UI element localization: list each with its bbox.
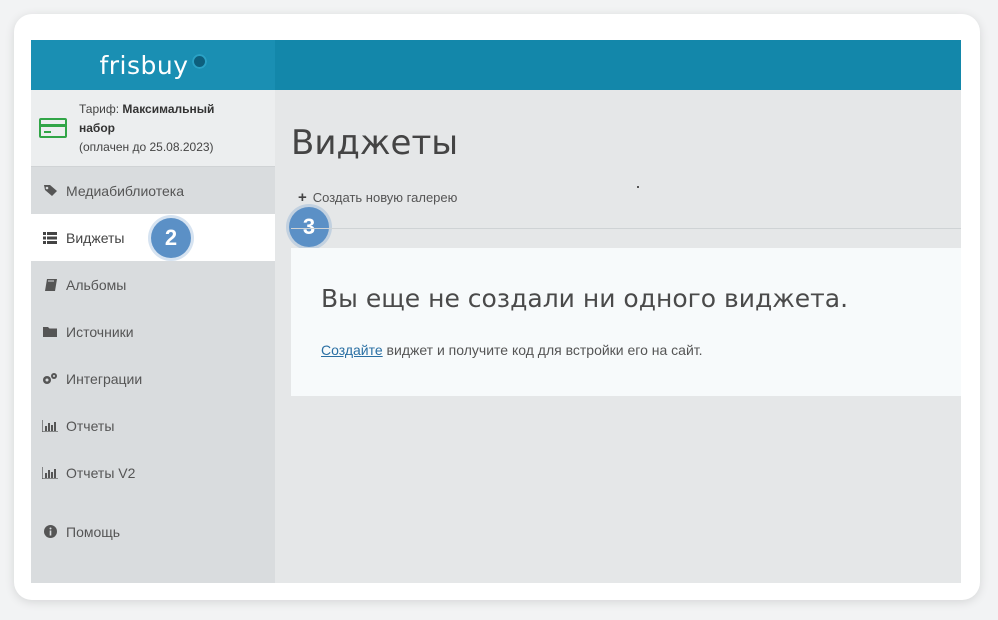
list-icon — [41, 231, 59, 244]
sidebar-item-help[interactable]: Помощь — [31, 508, 275, 555]
app-window: frisbuy Тариф: Максимальный набор (оплач… — [31, 40, 961, 583]
empty-state-title: Вы еще не создали ни одного виджета. — [321, 284, 849, 313]
gears-icon — [41, 372, 59, 385]
logo-dot-icon — [191, 53, 207, 69]
sidebar-item-label: Медиабиблиотека — [66, 182, 185, 199]
top-bar: frisbuy — [31, 40, 961, 90]
tariff-paid-until: (оплачен до 25.08.2023) — [79, 139, 214, 154]
sidebar-item-label: Отчеты — [66, 417, 115, 434]
sidebar-item-label: Альбомы — [66, 276, 127, 293]
logo: frisbuy — [99, 50, 207, 80]
sidebar: Тариф: Максимальный набор (оплачен до 25… — [31, 90, 275, 583]
tariff-panel[interactable]: Тариф: Максимальный набор (оплачен до 25… — [31, 90, 275, 167]
folder-icon — [41, 326, 59, 337]
sidebar-item-albums[interactable]: Альбомы — [31, 261, 275, 308]
sidebar-item-label: Интеграции — [66, 370, 143, 387]
bar-chart-icon — [41, 419, 59, 432]
sidebar-item-label: Виджеты — [66, 229, 125, 246]
sidebar-item-label: Источники — [66, 323, 134, 340]
logo-text: frisbuy — [99, 50, 189, 80]
plus-icon: + — [298, 189, 307, 206]
page-title: Виджеты — [291, 123, 459, 163]
empty-state-text: Создайте виджет и получите код для встро… — [321, 342, 703, 358]
stray-dot — [637, 186, 639, 188]
step-badge-2: 2 — [151, 218, 191, 258]
sidebar-item-label: Помощь — [66, 523, 121, 540]
create-widget-link[interactable]: Создайте — [321, 342, 383, 358]
sidebar-item-integrations[interactable]: Интеграции — [31, 355, 275, 402]
empty-state-description: виджет и получите код для встройки его н… — [382, 342, 703, 358]
bar-chart-icon — [41, 466, 59, 479]
step-badge-3: 3 — [289, 207, 329, 247]
empty-state-panel: Вы еще не создали ни одного виджета. Соз… — [291, 248, 961, 396]
create-gallery-label: Создать новую галерею — [312, 190, 458, 205]
tariff-plan-line2: набор — [79, 120, 115, 135]
book-icon — [41, 278, 59, 291]
sidebar-item-label: Отчеты V2 — [66, 464, 136, 481]
tariff-text: Тариф: Максимальный набор (оплачен до 25… — [79, 100, 214, 157]
sidebar-item-widgets[interactable]: Виджеты 2 — [31, 214, 275, 261]
sidebar-item-media-library[interactable]: Медиабиблиотека — [31, 167, 275, 214]
create-gallery-button[interactable]: + Создать новую галерею — [298, 189, 457, 206]
info-circle-icon — [41, 525, 59, 538]
sidebar-item-sources[interactable]: Источники — [31, 308, 275, 355]
credit-card-icon — [39, 118, 67, 138]
divider — [291, 228, 961, 229]
sidebar-item-reports-v2[interactable]: Отчеты V2 — [31, 449, 275, 496]
tags-icon — [41, 184, 59, 197]
tariff-plan: Максимальный — [122, 101, 215, 116]
logo-area[interactable]: frisbuy — [31, 40, 275, 90]
tariff-prefix: Тариф: — [79, 101, 123, 116]
sidebar-item-reports[interactable]: Отчеты — [31, 402, 275, 449]
main-content: Виджеты + Создать новую галерею 3 Вы еще… — [275, 90, 961, 583]
